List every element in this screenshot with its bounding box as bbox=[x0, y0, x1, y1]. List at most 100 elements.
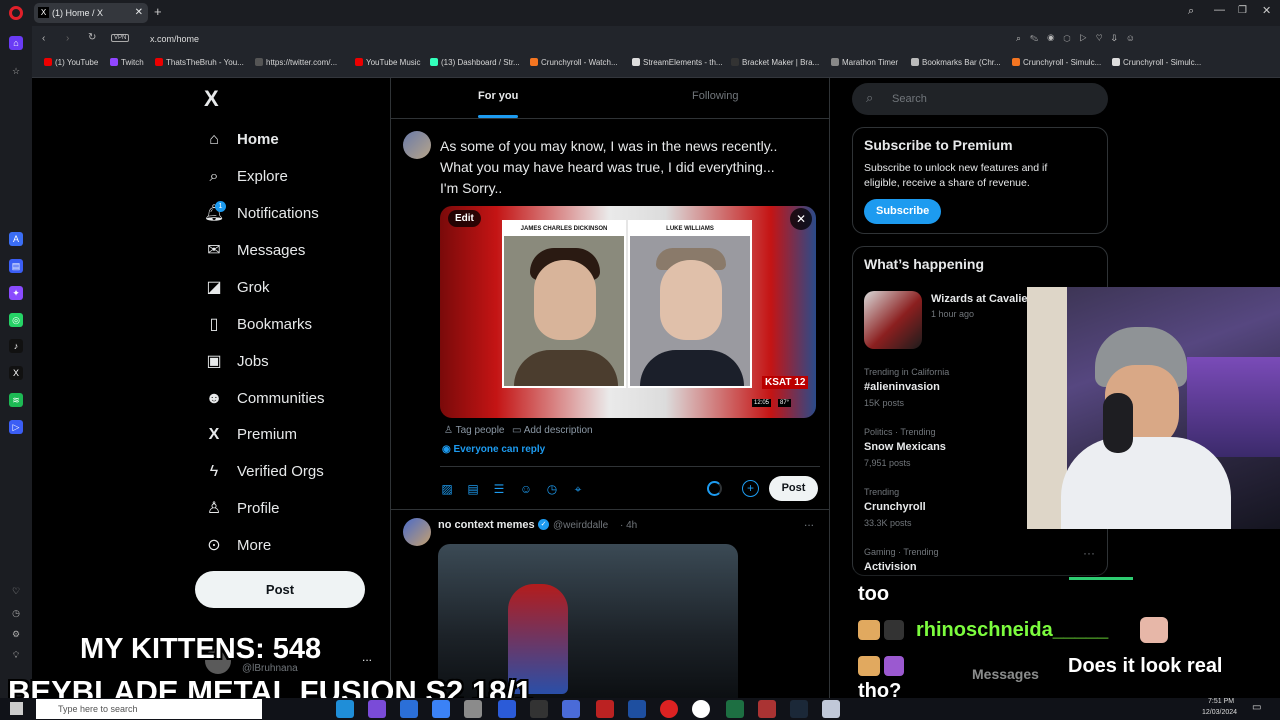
tweet-more-icon[interactable]: ... bbox=[804, 515, 814, 529]
obs-icon[interactable] bbox=[692, 700, 710, 718]
settings-rail-icon[interactable]: ⚙ bbox=[9, 627, 23, 641]
chrome-icon[interactable] bbox=[368, 700, 386, 718]
avatar[interactable] bbox=[403, 131, 431, 159]
vscode-icon[interactable] bbox=[628, 700, 646, 718]
add-thread-icon[interactable]: + bbox=[742, 480, 759, 497]
app-icon[interactable] bbox=[432, 700, 450, 718]
excel-icon[interactable] bbox=[726, 700, 744, 718]
bookmark-folder[interactable]: Bookmarks Bar (Chr... bbox=[911, 58, 1001, 67]
toolbar-icons[interactable]: ⌕✎◉⬡▷♡⇩☺ bbox=[1016, 33, 1144, 44]
reply-setting-button[interactable]: ◉ Everyone can reply bbox=[442, 444, 545, 455]
gif-icon[interactable]: ▤ bbox=[466, 482, 480, 496]
bookmark-item[interactable]: Bracket Maker | Bra... bbox=[731, 58, 819, 67]
app-icon[interactable] bbox=[464, 700, 482, 718]
app-icon[interactable] bbox=[530, 700, 548, 718]
back-icon[interactable]: ‹ bbox=[42, 33, 45, 44]
sidebar-item-messages[interactable]: ✉ Messages bbox=[203, 237, 305, 265]
sidebar-item-home[interactable]: ⌂ Home bbox=[203, 126, 279, 154]
minimize-icon[interactable]: — bbox=[1214, 4, 1225, 16]
aria-rail-icon[interactable]: A bbox=[9, 232, 23, 246]
tab-close-icon[interactable]: ✕ bbox=[135, 3, 143, 23]
trend-name[interactable]: Crunchyroll bbox=[864, 501, 926, 513]
tab-for-you[interactable]: For you bbox=[478, 90, 518, 102]
home-rail-icon[interactable]: ⌂ bbox=[9, 36, 23, 50]
close-window-icon[interactable]: ✕ bbox=[1262, 4, 1271, 17]
app-icon[interactable] bbox=[498, 700, 516, 718]
bookmark-item[interactable]: YouTube Music bbox=[355, 58, 421, 67]
vpn-badge[interactable]: VPN bbox=[111, 34, 130, 42]
heart-rail-icon[interactable]: ♡ bbox=[9, 584, 23, 598]
composer-text-area[interactable]: As some of you may know, I was in the ne… bbox=[440, 136, 820, 199]
bookmark-item[interactable]: Twitch bbox=[110, 58, 144, 67]
bookmark-item[interactable]: (13) Dashboard / Str... bbox=[430, 58, 520, 67]
avatar[interactable] bbox=[403, 518, 431, 546]
edge-icon[interactable] bbox=[336, 700, 354, 718]
edit-media-button[interactable]: Edit bbox=[448, 210, 481, 227]
trend-more-icon[interactable]: ··· bbox=[1083, 546, 1095, 560]
sidebar-item-grok[interactable]: ◪ Grok bbox=[203, 274, 269, 302]
composer-post-button[interactable]: Post bbox=[769, 476, 818, 501]
bookmark-item[interactable]: ThatsTheBruh - You... bbox=[155, 58, 244, 67]
sidebar-item-jobs[interactable]: ▣ Jobs bbox=[203, 348, 268, 376]
bookmark-item[interactable]: https://twitter.com/... bbox=[255, 58, 337, 67]
whatsapp-rail-icon[interactable]: ◎ bbox=[9, 313, 23, 327]
tweet-time[interactable]: · 4h bbox=[620, 520, 637, 531]
reload-icon[interactable]: ↻ bbox=[88, 32, 96, 43]
app-icon[interactable] bbox=[822, 700, 840, 718]
tag-people-link[interactable]: ♙ Tag people bbox=[444, 425, 505, 436]
bookmark-item[interactable]: Crunchyroll - Watch... bbox=[530, 58, 618, 67]
bookmark-item[interactable]: Marathon Timer bbox=[831, 58, 898, 67]
bookmark-item[interactable]: Crunchyroll - Simulc... bbox=[1112, 58, 1201, 67]
x-logo-icon[interactable]: X bbox=[204, 86, 219, 112]
sidebar-item-profile[interactable]: ♙ Profile bbox=[203, 495, 280, 523]
new-tab-button[interactable]: + bbox=[154, 4, 162, 19]
emoji-icon[interactable]: ☺ bbox=[519, 482, 533, 496]
player-rail-icon[interactable]: ▷ bbox=[9, 420, 23, 434]
app-icon[interactable] bbox=[562, 700, 580, 718]
sidebar-item-premium[interactable]: X Premium bbox=[203, 421, 297, 449]
start-icon[interactable] bbox=[10, 702, 23, 715]
location-icon[interactable]: ⌖ bbox=[571, 482, 585, 496]
trend-name[interactable]: Snow Mexicans bbox=[864, 441, 946, 453]
image-icon[interactable]: ▨ bbox=[440, 482, 454, 496]
browser-tab[interactable]: X (1) Home / X ✕ bbox=[34, 3, 148, 23]
add-description-link[interactable]: ▭ Add description bbox=[512, 425, 593, 436]
explorer-icon[interactable] bbox=[400, 700, 418, 718]
bookmark-item[interactable]: (1) YouTube bbox=[44, 58, 98, 67]
tiktok-rail-icon[interactable]: ♪ bbox=[9, 339, 23, 353]
messages-drawer-label[interactable]: Messages bbox=[972, 666, 1039, 682]
tab-following[interactable]: Following bbox=[692, 90, 738, 102]
lightbulb-rail-icon[interactable]: 💡︎ bbox=[9, 648, 23, 662]
star-rail-icon[interactable]: ☆ bbox=[9, 64, 23, 78]
maximize-icon[interactable]: ❐ bbox=[1238, 5, 1247, 16]
clipboard-rail-icon[interactable]: ▤ bbox=[9, 259, 23, 273]
taskbar-search-input[interactable]: Type here to search bbox=[36, 699, 262, 719]
trend-name[interactable]: #alieninvasion bbox=[864, 381, 940, 393]
opera-logo-icon[interactable] bbox=[9, 6, 23, 20]
bookmark-item[interactable]: StreamElements - th... bbox=[632, 58, 723, 67]
account-more-icon[interactable]: ... bbox=[362, 650, 372, 664]
post-button[interactable]: Post bbox=[195, 571, 365, 608]
subscribe-button[interactable]: Subscribe bbox=[864, 199, 942, 224]
steam-icon[interactable] bbox=[790, 700, 808, 718]
tweet-author[interactable]: no context memes bbox=[438, 519, 535, 531]
app-icon[interactable] bbox=[596, 700, 614, 718]
sidebar-item-more[interactable]: ⊙ More bbox=[203, 532, 271, 560]
search-input[interactable]: Search bbox=[852, 83, 1108, 115]
sidebar-item-verified-orgs[interactable]: ϟ Verified Orgs bbox=[203, 458, 324, 486]
sidebar-item-explore[interactable]: ⌕ Explore bbox=[203, 163, 288, 191]
x-rail-icon[interactable]: X bbox=[9, 366, 23, 380]
event-title[interactable]: Wizards at Cavalie bbox=[931, 293, 1028, 305]
forward-icon[interactable]: › bbox=[66, 33, 69, 44]
poll-icon[interactable]: ☰ bbox=[492, 482, 506, 496]
tweet-handle[interactable]: @weirddalle bbox=[553, 520, 608, 531]
app-icon[interactable] bbox=[758, 700, 776, 718]
sidebar-item-communities[interactable]: ☻ Communities bbox=[203, 385, 325, 413]
messenger-rail-icon[interactable]: ✦ bbox=[9, 286, 23, 300]
url-field[interactable]: x.com/home bbox=[150, 34, 199, 44]
event-thumbnail[interactable] bbox=[864, 291, 922, 349]
sidebar-item-bookmarks[interactable]: ▯ Bookmarks bbox=[203, 311, 312, 339]
history-rail-icon[interactable]: ◷ bbox=[9, 606, 23, 620]
bookmark-item[interactable]: Crunchyroll - Simulc... bbox=[1012, 58, 1101, 67]
opera-icon[interactable] bbox=[660, 700, 678, 718]
